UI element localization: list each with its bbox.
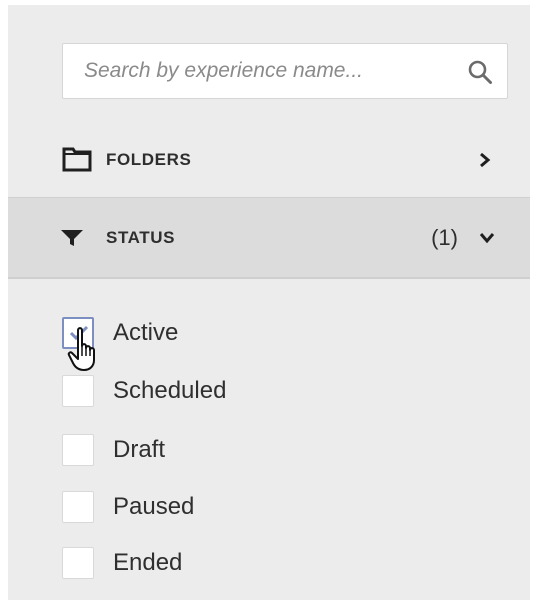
status-selected-count: (1) bbox=[431, 225, 458, 250]
status-checkbox-draft[interactable] bbox=[62, 434, 94, 466]
status-option-label: Draft bbox=[113, 436, 166, 463]
folders-label: FOLDERS bbox=[106, 150, 192, 169]
status-option-paused[interactable]: Paused bbox=[62, 489, 362, 529]
filter-icon bbox=[61, 230, 83, 246]
status-checkbox-paused[interactable] bbox=[62, 491, 94, 523]
status-section-toggle[interactable]: STATUS (1) bbox=[8, 197, 530, 279]
status-checkbox-ended[interactable] bbox=[62, 547, 94, 579]
folders-section-toggle[interactable]: FOLDERS bbox=[8, 123, 530, 197]
chevron-down-icon bbox=[479, 233, 495, 244]
status-option-label: Ended bbox=[113, 549, 183, 576]
status-label: STATUS bbox=[106, 228, 176, 247]
status-option-draft[interactable]: Draft bbox=[62, 432, 362, 472]
status-option-ended[interactable]: Ended bbox=[62, 545, 362, 585]
status-option-label: Paused bbox=[113, 493, 195, 520]
status-option-active[interactable]: Active bbox=[62, 315, 362, 355]
status-option-scheduled[interactable]: Scheduled bbox=[62, 373, 362, 413]
status-options-list: Active Scheduled Draft Paused Ended bbox=[8, 279, 530, 600]
folder-icon bbox=[62, 147, 92, 172]
status-checkbox-scheduled[interactable] bbox=[62, 375, 94, 407]
status-option-label: Scheduled bbox=[113, 377, 227, 404]
chevron-right-icon bbox=[480, 152, 491, 168]
search-icon[interactable] bbox=[467, 59, 493, 85]
search-input[interactable] bbox=[63, 44, 443, 98]
filter-panel: FOLDERS STATUS (1) Active Scheduled bbox=[8, 5, 530, 600]
status-checkbox-active[interactable] bbox=[62, 317, 94, 349]
status-option-label: Active bbox=[113, 319, 179, 346]
search-box[interactable] bbox=[62, 43, 508, 99]
checkmark-icon bbox=[69, 325, 89, 341]
